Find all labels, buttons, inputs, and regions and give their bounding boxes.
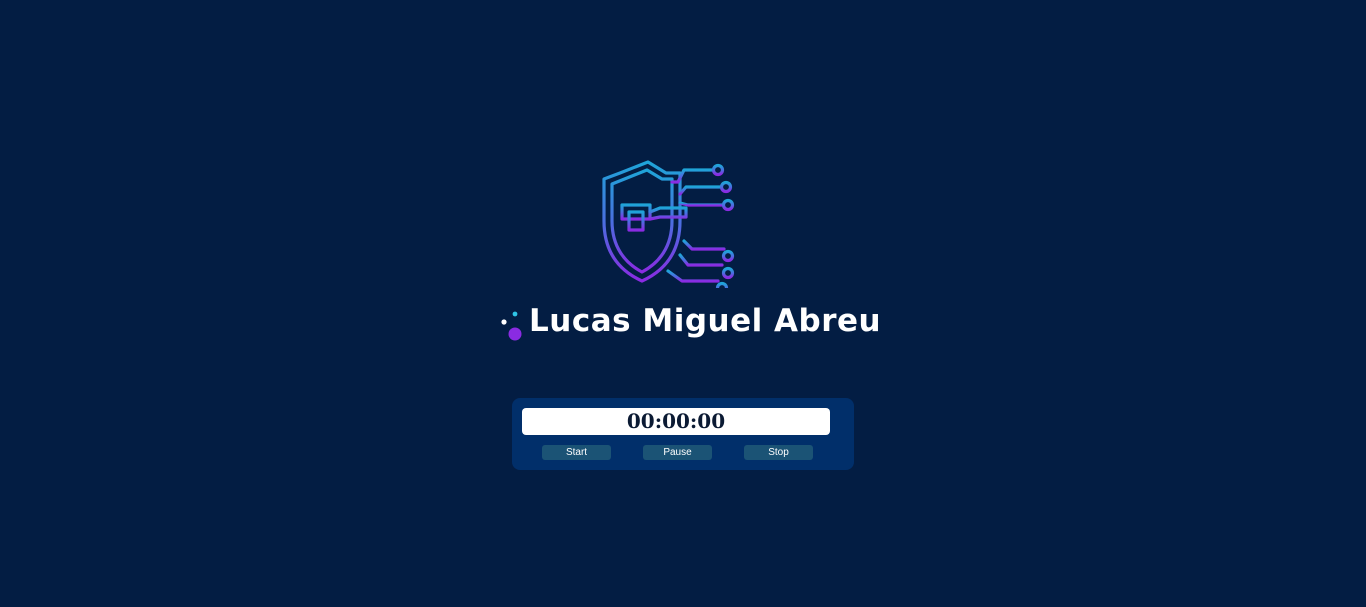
pause-button[interactable]: Pause <box>643 445 712 460</box>
logo-dots-icon <box>501 311 522 341</box>
start-button[interactable]: Start <box>542 445 611 460</box>
brand-name: Lucas Miguel Abreu <box>529 303 882 339</box>
stopwatch-panel: 00:00:00 Start Pause Stop <box>512 398 854 470</box>
time-display: 00:00:00 <box>522 408 830 435</box>
brand-logo: Lucas Miguel Abreu <box>483 145 883 350</box>
stop-button[interactable]: Stop <box>744 445 813 460</box>
page: Lucas Miguel Abreu 00:00:00 Start Pause … <box>0 0 1366 607</box>
shield-circuit-icon <box>602 160 738 288</box>
